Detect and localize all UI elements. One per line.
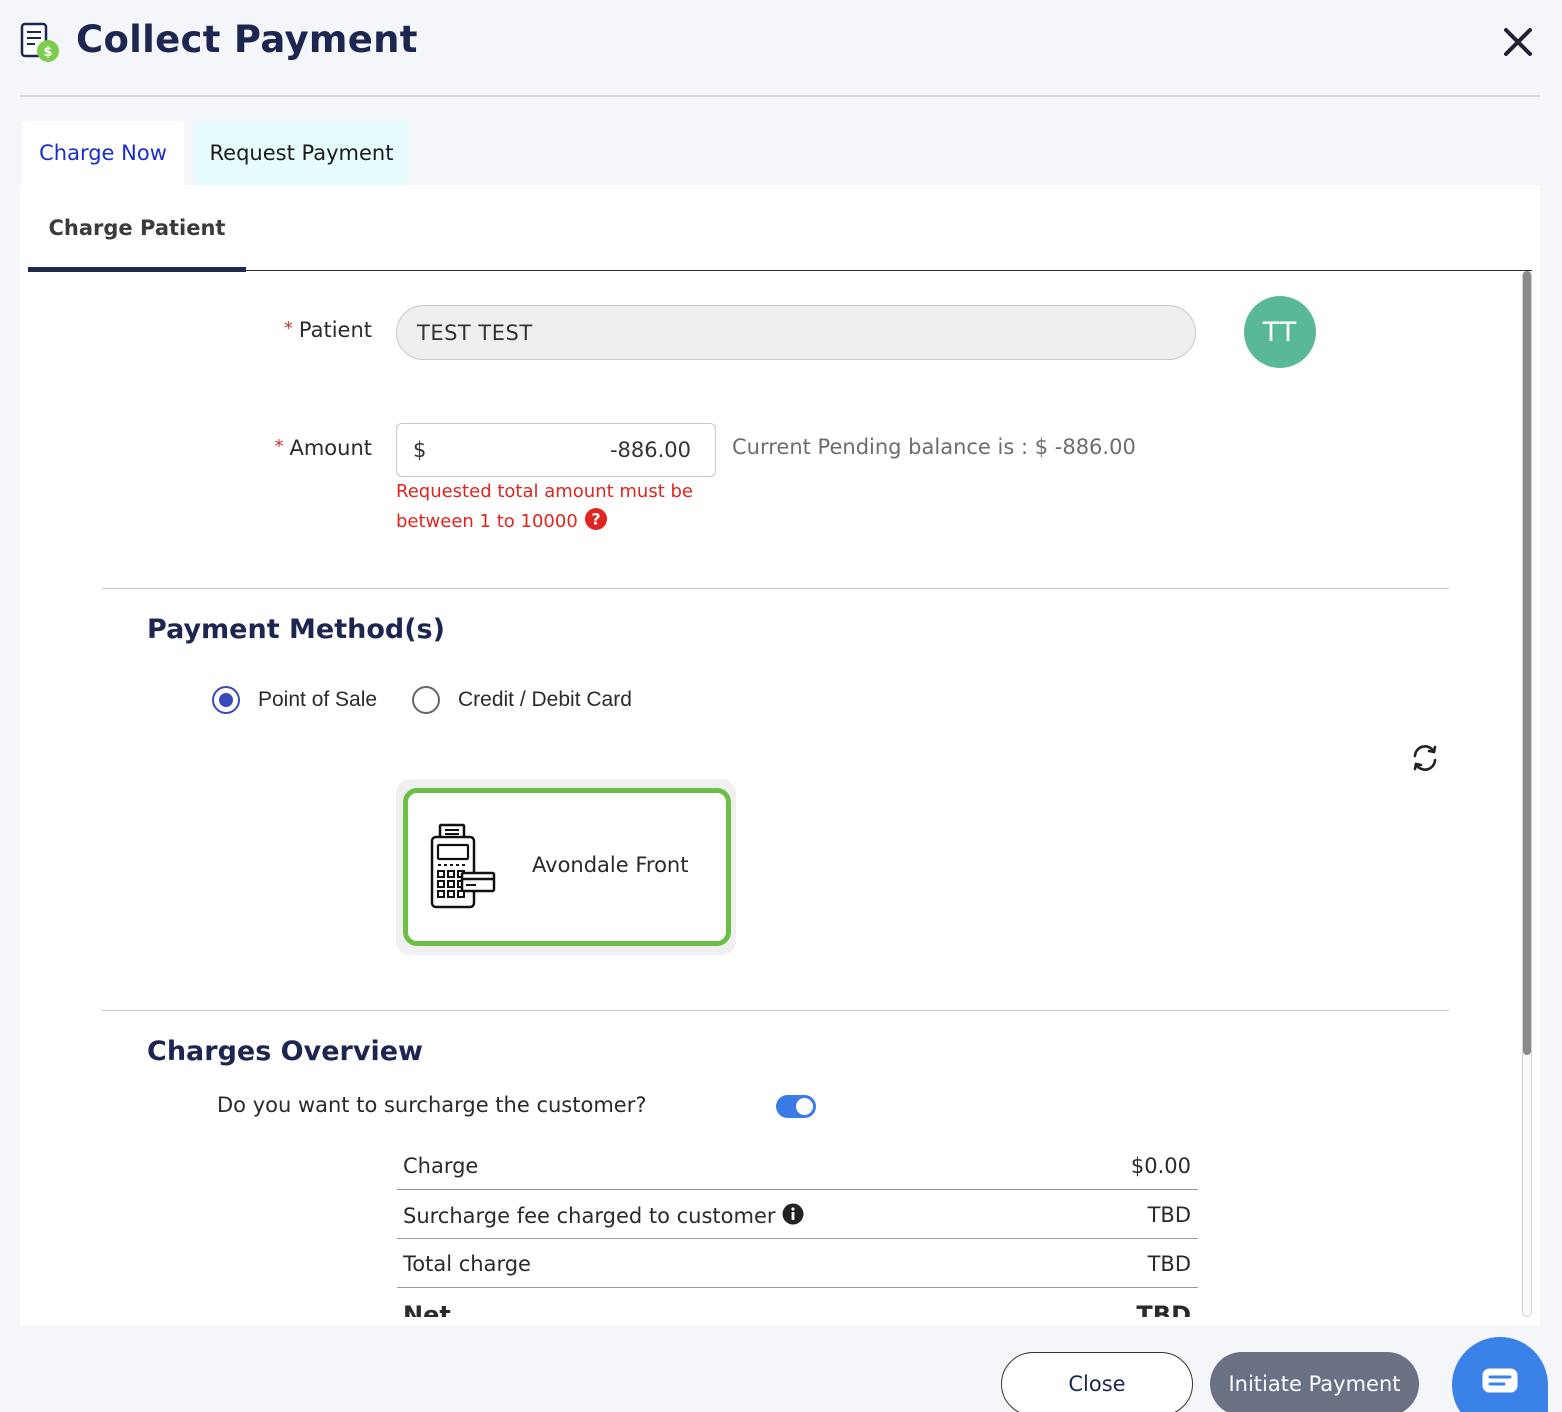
- radio-credit-debit-card[interactable]: Credit / Debit Card: [412, 685, 632, 715]
- radio-button[interactable]: [412, 686, 440, 714]
- table-row: Surcharge fee charged to customer TBD: [397, 1189, 1197, 1238]
- amount-field[interactable]: $ -886.00: [396, 423, 716, 477]
- radio-point-of-sale[interactable]: Point of Sale: [212, 685, 377, 715]
- close-icon[interactable]: [1500, 24, 1536, 60]
- table-row: Total charge TBD: [397, 1238, 1197, 1287]
- surcharge-toggle[interactable]: [776, 1095, 816, 1118]
- page-title: Collect Payment: [76, 18, 418, 61]
- amount-error-message: Requested total amount must be between 1…: [396, 481, 693, 532]
- subtab-charge-patient[interactable]: Charge Patient: [28, 185, 246, 271]
- required-mark: *: [283, 318, 293, 339]
- surcharge-question: Do you want to surcharge the customer?: [217, 1093, 647, 1117]
- svg-text:$: $: [43, 45, 52, 60]
- charge-now-panel: Charge Patient * Patient TEST TEST TT * Am…: [20, 185, 1540, 1325]
- chat-launcher-button[interactable]: [1452, 1337, 1548, 1412]
- scrollbar-thumb[interactable]: [1523, 271, 1531, 1055]
- info-icon[interactable]: [782, 1203, 804, 1225]
- row-value: $0.00: [1130, 1154, 1191, 1178]
- svg-text:?: ?: [591, 510, 600, 529]
- header-divider: [20, 95, 1540, 97]
- initiate-payment-button[interactable]: Initiate Payment: [1210, 1352, 1419, 1412]
- chat-icon: [1482, 1368, 1518, 1393]
- subtab-divider: [28, 270, 1532, 271]
- pos-device-card[interactable]: Avondale Front: [403, 788, 731, 946]
- modal-header: $ Collect Payment: [0, 0, 1562, 97]
- radio-label: Point of Sale: [258, 688, 378, 711]
- device-name: Avondale Front: [532, 853, 689, 877]
- required-mark: *: [274, 436, 284, 457]
- table-row: Net TBD: [397, 1287, 1197, 1317]
- pos-terminal-icon: [430, 823, 496, 909]
- close-button[interactable]: Close: [1001, 1352, 1193, 1412]
- table-row: Charge $0.00: [397, 1140, 1197, 1189]
- section-divider: [102, 1010, 1449, 1011]
- payment-methods-title: Payment Method(s): [147, 614, 445, 645]
- patient-field[interactable]: TEST TEST: [396, 305, 1196, 360]
- tab-request-payment[interactable]: Request Payment: [194, 121, 409, 185]
- row-label: Net: [403, 1301, 451, 1317]
- patient-label: * Patient: [283, 318, 372, 342]
- radio-button-selected[interactable]: [212, 686, 240, 714]
- charges-overview-title: Charges Overview: [147, 1036, 423, 1067]
- row-label: Total charge: [403, 1252, 531, 1276]
- amount-label: * Amount: [274, 436, 372, 460]
- currency-symbol: $: [413, 438, 427, 462]
- tab-charge-now[interactable]: Charge Now: [22, 121, 184, 185]
- radio-label: Credit / Debit Card: [458, 688, 632, 711]
- row-value: TBD: [1147, 1203, 1191, 1227]
- row-value: TBD: [1136, 1301, 1191, 1317]
- amount-value: -886.00: [609, 438, 691, 462]
- section-divider: [102, 588, 1449, 589]
- row-label: Surcharge fee charged to customer: [403, 1203, 804, 1228]
- avatar: TT: [1244, 296, 1316, 368]
- pending-balance-text: Current Pending balance is : $ -886.00: [732, 435, 1136, 459]
- refresh-icon[interactable]: [1408, 741, 1442, 775]
- invoice-payment-icon: $: [20, 22, 59, 62]
- help-circle-icon[interactable]: ?: [584, 507, 608, 531]
- row-value: TBD: [1147, 1252, 1191, 1276]
- row-label: Charge: [403, 1154, 479, 1178]
